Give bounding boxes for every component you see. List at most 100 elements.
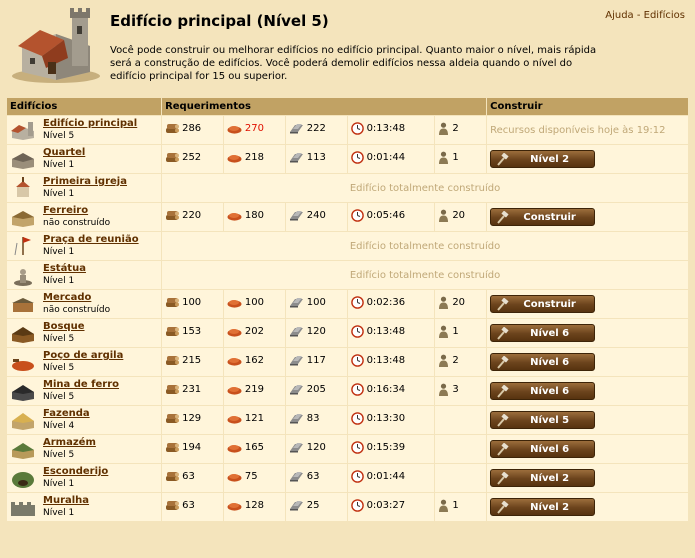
build-button[interactable]: Nível 6 [490, 324, 596, 342]
building-name-link[interactable]: Quartel [43, 147, 85, 158]
build-button[interactable]: Nível 2 [490, 469, 596, 487]
iron-cell: 222 [285, 116, 347, 144]
building-cell: Ferreiro não construído [7, 203, 162, 231]
time-cell: 0:16:34 [347, 377, 435, 405]
building-name-link[interactable]: Muralha [43, 495, 89, 506]
building-name-link[interactable]: Fazenda [43, 408, 90, 419]
clay-icon [227, 125, 242, 134]
build-button[interactable]: Nível 2 [490, 150, 596, 168]
wood-icon [166, 472, 180, 481]
iron-value: 205 [306, 384, 326, 395]
iron-mine-icon[interactable] [9, 380, 37, 402]
wood-icon [166, 385, 180, 394]
iron-cell: 120 [285, 435, 347, 463]
building-cell: Edifício principal Nível 5 [7, 116, 162, 144]
time-cell: 0:13:48 [347, 348, 435, 376]
building-row: Fazenda Nível 4 129 121 83 0:13:30 Nível 5 [7, 406, 688, 434]
smithy-icon[interactable] [9, 206, 37, 228]
wood-icon [166, 153, 180, 162]
building-name-link[interactable]: Poço de argila [43, 350, 123, 361]
barracks-icon[interactable] [9, 148, 37, 170]
hiding-place-icon[interactable] [9, 467, 37, 489]
population-cell: 2 [435, 348, 487, 376]
iron-icon [289, 501, 303, 511]
main-building-icon[interactable] [9, 119, 37, 141]
pop-cost: 1 [438, 499, 459, 512]
iron-cell: 83 [285, 406, 347, 434]
clock-icon [350, 209, 364, 222]
time-value: 0:16:34 [366, 384, 406, 395]
wood-value: 63 [182, 471, 195, 482]
clay-pit-icon[interactable] [9, 351, 37, 373]
clay-icon [227, 212, 242, 221]
iron-cell: 113 [285, 145, 347, 173]
building-name-link[interactable]: Bosque [43, 321, 85, 332]
clay-cost: 121 [227, 413, 264, 424]
population-cell: 3 [435, 377, 487, 405]
pop-cost: 2 [438, 354, 459, 367]
clay-icon [227, 473, 242, 482]
iron-icon [289, 327, 303, 337]
wood-cell: 215 [162, 348, 223, 376]
building-name-link[interactable]: Mina de ferro [43, 379, 119, 390]
building-name-link[interactable]: Praça de reunião [43, 234, 139, 245]
pop-value: 3 [452, 384, 459, 395]
clock-icon [350, 412, 364, 425]
build-button[interactable]: Nível 6 [490, 440, 596, 458]
build-cell: Nível 6 [487, 319, 688, 347]
hammer-icon [497, 153, 509, 166]
building-name-link[interactable]: Estátua [43, 263, 86, 274]
resources-available-note: Recursos disponíveis hoje às 19:12 [487, 116, 688, 144]
building-name-link[interactable]: Edifício principal [43, 118, 137, 129]
clay-value: 100 [244, 297, 264, 309]
clay-cell: 202 [223, 319, 285, 347]
hammer-icon [497, 472, 509, 485]
clay-cell: 270 [223, 116, 285, 144]
building-name-link[interactable]: Ferreiro [43, 205, 88, 216]
build-cell: Nível 2 [487, 145, 688, 173]
time-cell: 0:13:48 [347, 319, 435, 347]
warehouse-icon[interactable] [9, 438, 37, 460]
build-button[interactable]: Nível 5 [490, 411, 596, 429]
build-button[interactable]: Construir [490, 295, 596, 313]
rally-point-icon[interactable] [9, 235, 37, 257]
fully-built-note: Edifício totalmente construído [162, 232, 688, 260]
iron-cell: 120 [285, 319, 347, 347]
build-button[interactable]: Construir [490, 208, 596, 226]
help-link[interactable]: Ajuda [605, 10, 633, 21]
header: Edifício principal (Nível 5) Você pode c… [0, 0, 695, 96]
build-button[interactable]: Nível 2 [490, 498, 596, 516]
building-level: Nível 1 [43, 247, 75, 257]
population-cell [435, 406, 487, 434]
hammer-icon [497, 211, 509, 224]
wood-cost: 63 [165, 471, 195, 482]
church-icon[interactable] [9, 177, 37, 199]
clay-value: 202 [244, 326, 264, 338]
time-cost: 0:01:44 [350, 151, 405, 164]
iron-cost: 100 [289, 297, 326, 308]
time-cell: 0:02:36 [347, 290, 435, 318]
farm-icon[interactable] [9, 409, 37, 431]
building-name-link[interactable]: Mercado [43, 292, 91, 303]
building-name-link[interactable]: Primeira igreja [43, 176, 127, 187]
market-icon[interactable] [9, 293, 37, 315]
build-button[interactable]: Nível 6 [490, 353, 596, 371]
build-button[interactable]: Nível 6 [490, 382, 596, 400]
pop-cost: 1 [438, 325, 459, 338]
iron-cell: 25 [285, 493, 347, 521]
clay-cost: 270 [227, 123, 264, 134]
build-cell: Nível 5 [487, 406, 688, 434]
population-cell [435, 435, 487, 463]
timber-camp-icon[interactable] [9, 322, 37, 344]
statue-icon[interactable] [9, 264, 37, 286]
hammer-icon [497, 443, 509, 456]
pop-value: 1 [452, 326, 459, 337]
building-row: Praça de reunião Nível 1 Edifício totalm… [7, 232, 688, 260]
clay-value: 219 [244, 384, 264, 396]
buildings-link[interactable]: Edifícios [644, 10, 685, 21]
wall-icon[interactable] [9, 496, 37, 518]
building-name-link[interactable]: Esconderijo [43, 466, 108, 477]
building-row: Mercado não construído 100 100 100 0:02:36 2… [7, 290, 688, 318]
building-name-link[interactable]: Armazém [43, 437, 96, 448]
iron-cost: 240 [289, 210, 326, 221]
